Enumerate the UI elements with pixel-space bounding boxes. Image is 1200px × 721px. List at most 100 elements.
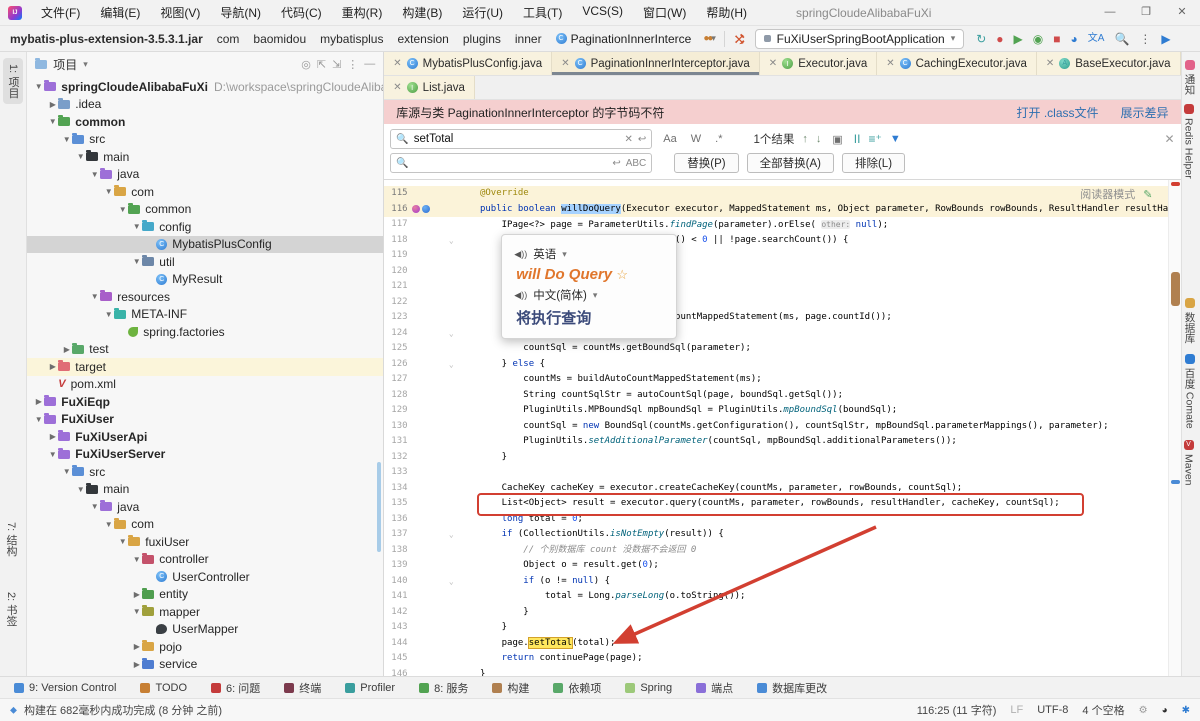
popup-lang-english[interactable]: 英语 xyxy=(533,246,556,262)
tree-expander[interactable]: ▶ xyxy=(61,345,72,354)
breadcrumb-item[interactable]: mybatisplus xyxy=(320,32,383,46)
popup-lang-chinese[interactable]: 中文(简体) xyxy=(533,287,587,303)
tree-expander[interactable]: ▼ xyxy=(47,450,58,459)
tab-executor-java[interactable]: ✕ I Executor.java xyxy=(759,52,878,75)
line-separator[interactable]: LF xyxy=(1010,704,1023,716)
bottom-tab-终端[interactable]: 终端 xyxy=(284,680,321,696)
replace-field[interactable]: 🔍 ↩ ABC xyxy=(390,153,653,173)
tree-item-resources[interactable]: ▼ resources xyxy=(27,288,383,306)
tree-item-fuxiuserserver[interactable]: ▼ FuXiUserServer xyxy=(27,446,383,464)
tree-expander[interactable]: ▶ xyxy=(131,660,142,669)
play-icon[interactable]: ▶ xyxy=(1161,33,1170,45)
hide-panel-icon[interactable]: — xyxy=(364,58,375,70)
favorite-star-icon[interactable]: ☆ xyxy=(616,267,628,282)
run-config-select[interactable]: FuXiUserSpringBootApplication ▾ xyxy=(754,28,965,49)
run-coverage-icon[interactable]: ▶ xyxy=(1014,33,1023,45)
bottom-tab-端点[interactable]: 端点 xyxy=(696,680,733,696)
menu-item[interactable]: VCS(S) xyxy=(573,1,632,24)
tab-paginationinnerinterceptor-java[interactable]: ✕ C PaginationInnerInterceptor.java xyxy=(552,52,760,75)
tool-stripe-maven[interactable]: V Maven xyxy=(1183,440,1195,486)
more-icon[interactable]: ⋮ xyxy=(1139,33,1151,45)
tree-expander[interactable]: ▶ xyxy=(47,432,58,441)
tree-expander[interactable]: ▶ xyxy=(131,590,142,599)
speaker-icon[interactable]: ◀)) xyxy=(514,249,527,260)
tree-item--idea[interactable]: ▶ .idea xyxy=(27,96,383,114)
sidebar-tab-project[interactable]: 1: 项目 xyxy=(3,58,23,105)
tree-item-fuxiuser[interactable]: ▼ FuXiUser xyxy=(27,411,383,429)
tree-expander[interactable]: ▶ xyxy=(47,100,58,109)
more-icon[interactable]: ⋮ xyxy=(347,58,358,71)
tree-item-com[interactable]: ▼ com xyxy=(27,516,383,534)
history-icon[interactable]: ↩ xyxy=(612,158,620,169)
menu-item[interactable]: 文件(F) xyxy=(32,1,89,24)
tree-item-pom-xml[interactable]: Vpom.xml xyxy=(27,376,383,394)
bottom-tab-todo[interactable]: TODO xyxy=(140,682,187,694)
tree-item-myresult[interactable]: C MyResult xyxy=(27,271,383,289)
search-icon[interactable]: 🔍 xyxy=(1114,33,1129,45)
pin-icon[interactable]: II xyxy=(854,132,861,146)
tree-item-test[interactable]: ▶ test xyxy=(27,341,383,359)
tool-stripe-database[interactable]: 数据库 xyxy=(1183,298,1198,344)
tree-item-spring-factories[interactable]: spring.factories xyxy=(27,323,383,341)
tool-stripe-redis[interactable]: Redis Helper xyxy=(1183,104,1195,179)
search-input[interactable] xyxy=(413,133,620,145)
tree-expander[interactable]: ▼ xyxy=(131,257,142,266)
breadcrumb-item[interactable]: baomidou xyxy=(253,32,306,46)
edit-pencil-icon[interactable]: ✎ xyxy=(1143,188,1152,201)
breadcrumb-item[interactable]: mybatis-plus-extension-3.5.3.1.jar xyxy=(10,32,203,46)
clear-icon[interactable]: ✕ xyxy=(625,134,633,145)
exclude-button[interactable]: 排除(L) xyxy=(841,153,906,173)
caret-position[interactable]: 116:25 (11 字符) xyxy=(917,702,997,718)
close-tab-icon[interactable]: ✕ xyxy=(886,58,894,69)
menu-item[interactable]: 重构(R) xyxy=(333,1,392,24)
expand-all-icon[interactable]: ⇱ xyxy=(317,58,326,71)
tree-expander[interactable]: ▼ xyxy=(33,82,44,91)
bottom-tab-profiler[interactable]: Profiler xyxy=(345,682,395,694)
rerun-icon[interactable]: ↻ xyxy=(976,33,986,45)
show-diff-link[interactable]: 展示差异 xyxy=(1121,104,1169,121)
tree-item-target[interactable]: ▶ target xyxy=(27,358,384,376)
close-button[interactable]: ✕ xyxy=(1164,0,1200,25)
tree-expander[interactable]: ▼ xyxy=(103,187,114,196)
bottom-tab-6-问题[interactable]: 6: 问题 xyxy=(211,680,260,696)
menu-item[interactable]: 运行(U) xyxy=(453,1,512,24)
tree-item-java[interactable]: ▼ java xyxy=(27,166,383,184)
tab-cachingexecutor-java[interactable]: ✕ C CachingExecutor.java xyxy=(877,52,1037,75)
tree-item-meta-inf[interactable]: ▼ META-INF xyxy=(27,306,383,324)
tree-item-controller[interactable]: ▼ controller xyxy=(27,551,383,569)
tree-item-usermapper[interactable]: UserMapper xyxy=(27,621,383,639)
multiline-icon[interactable]: ≡⁺ xyxy=(868,132,881,146)
project-scrollbar[interactable] xyxy=(377,462,382,552)
preserve-case-icon[interactable]: ABC xyxy=(626,158,647,169)
tool-stripe-bell[interactable]: 通知 xyxy=(1183,60,1198,95)
stop-icon[interactable]: ■ xyxy=(1053,33,1060,45)
bottom-tab-构建[interactable]: 构建 xyxy=(492,680,529,696)
tree-expander[interactable]: ▶ xyxy=(131,642,142,651)
tree-expander[interactable]: ▼ xyxy=(117,537,128,546)
tree-expander[interactable]: ▼ xyxy=(33,415,44,424)
tree-expander[interactable]: ▼ xyxy=(103,520,114,529)
menu-item[interactable]: 导航(N) xyxy=(211,1,270,24)
prev-match-icon[interactable]: ↑ xyxy=(802,133,808,145)
tree-item-usercontroller[interactable]: C UserController xyxy=(27,568,383,586)
tree-item-entity[interactable]: ▶ entity xyxy=(27,586,383,604)
lock-icon[interactable]: ⚙ xyxy=(1139,705,1148,716)
replace-all-button[interactable]: 全部替换(A) xyxy=(746,153,834,173)
sidebar-tab-bookmarks[interactable]: 2: 书签 xyxy=(3,592,19,626)
menu-item[interactable]: 构建(B) xyxy=(393,1,451,24)
close-search-icon[interactable]: ✕ xyxy=(1164,132,1174,146)
tree-item-service[interactable]: ▶ service xyxy=(27,656,383,674)
bottom-tab-9-version-control[interactable]: 9: Version Control xyxy=(14,682,116,694)
close-tab-icon[interactable]: ✕ xyxy=(393,58,401,69)
fold-marker[interactable]: ⌄ xyxy=(444,574,458,590)
tree-item-common[interactable]: ▼ common xyxy=(27,201,383,219)
tree-expander[interactable]: ▼ xyxy=(131,222,142,231)
menu-item[interactable]: 工具(T) xyxy=(514,1,571,24)
tree-expander[interactable]: ▼ xyxy=(103,310,114,319)
tree-item-com[interactable]: ▼ com xyxy=(27,183,383,201)
tree-item-fuxiuser[interactable]: ▼ fuxiUser xyxy=(27,533,383,551)
replace-button[interactable]: 替换(P) xyxy=(674,153,739,173)
menu-item[interactable]: 代码(C) xyxy=(272,1,331,24)
profile-icon[interactable]: ◉ xyxy=(1033,33,1043,45)
tree-expander[interactable]: ▼ xyxy=(131,607,142,616)
